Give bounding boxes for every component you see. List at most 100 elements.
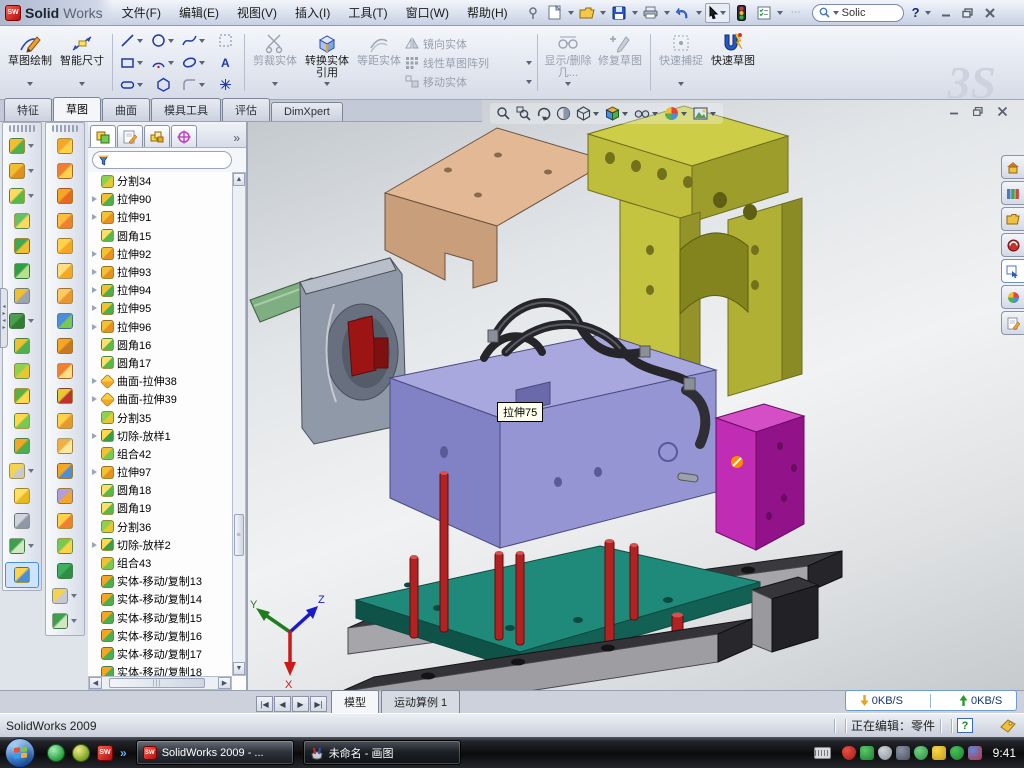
zoom-fit-button[interactable]: [496, 106, 511, 121]
search-input[interactable]: Solic: [812, 4, 904, 22]
circle-caret[interactable]: [168, 39, 174, 43]
save-icon[interactable]: [609, 4, 629, 22]
extend-surface-button[interactable]: [47, 458, 83, 483]
part-insert-block[interactable]: [716, 404, 804, 550]
spline-tool-button[interactable]: [179, 30, 209, 51]
close-button[interactable]: [982, 6, 998, 20]
help-dropdown-caret[interactable]: [925, 11, 931, 15]
tree-item[interactable]: 拉伸94: [90, 281, 232, 299]
options-dropdown-caret[interactable]: [777, 11, 783, 15]
tree-item[interactable]: 切除-放样1: [90, 427, 232, 445]
revolved-surface-button[interactable]: [47, 158, 83, 183]
restore-button[interactable]: [960, 6, 976, 20]
tree-item[interactable]: 分割36: [90, 518, 232, 536]
curves-button[interactable]: [4, 533, 40, 558]
menu-1[interactable]: 编辑(E): [170, 4, 228, 21]
filled-surface-button[interactable]: [47, 258, 83, 283]
rotate-view-button[interactable]: [536, 106, 551, 121]
doc-close-button[interactable]: [994, 104, 1010, 118]
line-caret[interactable]: [137, 39, 143, 43]
tree-vertical-scrollbar[interactable]: ▲ ≡ ▼: [232, 172, 246, 676]
trim-dropdown-caret[interactable]: [272, 82, 278, 86]
options-icon[interactable]: [754, 4, 774, 22]
appearances-tab[interactable]: [1001, 285, 1024, 309]
hide-show-items-button[interactable]: [634, 107, 659, 120]
expand-arrow[interactable]: [90, 196, 98, 202]
reference-geometry-2-button[interactable]: [47, 583, 83, 608]
expand-arrow[interactable]: [90, 251, 98, 257]
offset-surface-button[interactable]: [47, 308, 83, 333]
slot-caret[interactable]: [137, 83, 143, 87]
display-delete-relations-button[interactable]: 显示/删除几...: [542, 28, 594, 97]
rebuild-icon[interactable]: [732, 4, 752, 22]
doc-minimize-button[interactable]: [946, 104, 962, 118]
tree-item[interactable]: 拉伸91: [90, 208, 232, 226]
hide-show-items-caret[interactable]: [652, 112, 658, 116]
thickened-cut-button[interactable]: [47, 558, 83, 583]
ribbon-tab-3[interactable]: 模具工具: [151, 98, 221, 121]
rapid-sketch-button[interactable]: 快速草图: [707, 28, 759, 97]
tree-item[interactable]: 曲面-拉伸38: [90, 372, 232, 390]
tree-item[interactable]: 圆角15: [90, 227, 232, 245]
undo-dropdown-caret[interactable]: [696, 11, 702, 15]
linear-sketch-pattern-button[interactable]: 线性草图阵列: [405, 55, 533, 71]
display-style-button[interactable]: [576, 106, 600, 121]
tree-item[interactable]: 实体-移动/复制17: [90, 645, 232, 663]
expand-arrow[interactable]: [90, 324, 98, 330]
ribbon-tab-0[interactable]: 特征: [4, 98, 52, 121]
curves-2-caret[interactable]: [71, 619, 77, 623]
slot-tool-button[interactable]: [117, 74, 147, 95]
design-library-tab[interactable]: [1001, 181, 1024, 205]
expand-arrow[interactable]: [90, 396, 98, 402]
expand-arrow[interactable]: [90, 214, 98, 220]
menu-6[interactable]: 帮助(H): [458, 4, 517, 21]
volume-tray-icon[interactable]: [896, 746, 910, 760]
taskbar-window-solidworks[interactable]: SW SolidWorks 2009 - ...: [136, 740, 294, 765]
move-entities-caret[interactable]: [526, 80, 532, 84]
help-button[interactable]: ?: [912, 5, 920, 20]
feature-manager-tab[interactable]: [90, 125, 116, 147]
mirror-entities-button[interactable]: 镜向实体: [405, 36, 533, 52]
linear-pattern-caret[interactable]: [526, 61, 532, 65]
rectangle-caret[interactable]: [137, 61, 143, 65]
tree-item[interactable]: 圆角18: [90, 481, 232, 499]
file-explorer-tab[interactable]: [1001, 207, 1024, 231]
ribbon-tab-4[interactable]: 评估: [222, 98, 270, 121]
polygon-tool-button[interactable]: [148, 74, 178, 95]
shield-green-tray-icon[interactable]: [860, 746, 874, 760]
ribbon-tab-1[interactable]: 草图: [53, 97, 101, 121]
boundary-surface-button[interactable]: [47, 233, 83, 258]
tree-item[interactable]: 实体-移动/复制13: [90, 572, 232, 590]
swept-boss-button[interactable]: [4, 208, 40, 233]
extruded-cut-caret[interactable]: [28, 169, 34, 173]
tree-item[interactable]: 拉伸95: [90, 299, 232, 317]
edit-appearance-button[interactable]: [664, 106, 688, 121]
search-results-tab[interactable]: [1001, 233, 1024, 257]
tab-motion-study[interactable]: 运动算例 1: [381, 690, 460, 713]
zoom-area-button[interactable]: [516, 106, 531, 121]
fillet-caret[interactable]: [28, 194, 34, 198]
knit-surface-button[interactable]: [47, 508, 83, 533]
apply-scene-caret[interactable]: [710, 112, 716, 116]
tree-horizontal-scrollbar[interactable]: ◀ ||| ▶: [88, 676, 232, 690]
planar-surface-button[interactable]: [47, 283, 83, 308]
warning-yellow-tray-icon[interactable]: [932, 746, 946, 760]
horizontal-scroll-thumb[interactable]: |||: [109, 678, 205, 688]
spline-caret[interactable]: [199, 39, 205, 43]
tree-item[interactable]: 拉伸92: [90, 245, 232, 263]
replace-face-button[interactable]: [47, 408, 83, 433]
scroll-down-arrow[interactable]: ▼: [233, 662, 245, 675]
part-right-block[interactable]: [752, 577, 818, 652]
lofted-surface-button[interactable]: [47, 208, 83, 233]
tree-item[interactable]: 实体-移动/复制14: [90, 590, 232, 608]
mirror-button[interactable]: [4, 333, 40, 358]
property-manager-tab[interactable]: [117, 125, 143, 147]
tree-item[interactable]: 组合42: [90, 445, 232, 463]
expand-arrow[interactable]: [90, 542, 98, 548]
wrap-button[interactable]: [4, 283, 40, 308]
undo-icon[interactable]: [673, 4, 693, 22]
tree-item[interactable]: 圆角17: [90, 354, 232, 372]
linear-pattern-button[interactable]: [4, 308, 40, 333]
tree-item[interactable]: 实体-移动/复制15: [90, 609, 232, 627]
plane-button[interactable]: [4, 483, 40, 508]
